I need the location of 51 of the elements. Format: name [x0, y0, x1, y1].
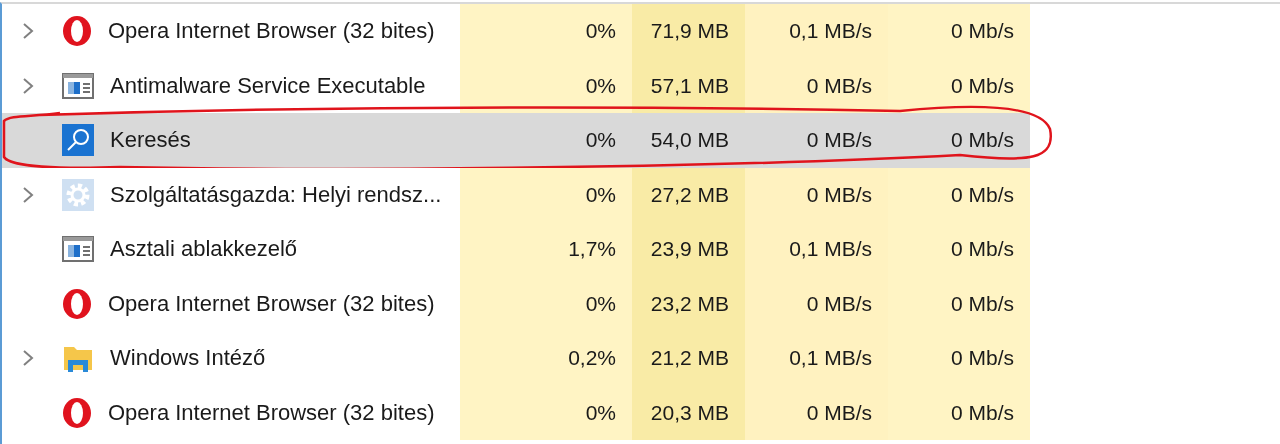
network-cell: 0 Mb/s: [888, 276, 1030, 331]
memory-cell: 54,0 MB: [632, 113, 745, 168]
opera-icon: [62, 396, 92, 429]
memory-cell: 71,9 MB: [632, 4, 745, 59]
window-icon: [62, 236, 94, 263]
cpu-cell: 0,2%: [460, 331, 632, 386]
opera-icon: [62, 15, 92, 48]
window-icon: [62, 72, 94, 99]
process-name: Asztali ablakkezelő: [110, 236, 298, 263]
process-name: Opera Internet Browser (32 bites): [108, 399, 435, 426]
network-cell: 0 Mb/s: [888, 58, 1030, 113]
disk-cell: 0 MB/s: [745, 113, 888, 168]
network-cell: 0 Mb/s: [888, 113, 1030, 168]
disk-cell: 0,1 MB/s: [745, 331, 888, 386]
cpu-cell: 0%: [460, 276, 632, 331]
network-cell: 0 Mb/s: [888, 222, 1030, 277]
process-name: Windows Intéző: [110, 345, 266, 372]
process-name: Keresés: [110, 127, 191, 154]
chevron-icon[interactable]: [22, 185, 34, 204]
cpu-cell: 1,7%: [460, 222, 632, 277]
network-cell: 0 Mb/s: [888, 4, 1030, 59]
disk-cell: 0,1 MB/s: [745, 4, 888, 59]
network-cell: 0 Mb/s: [888, 331, 1030, 386]
memory-cell: 23,2 MB: [632, 276, 745, 331]
chevron-icon[interactable]: [22, 76, 34, 95]
cpu-cell: 0%: [460, 385, 632, 440]
memory-cell: 20,3 MB: [632, 385, 745, 440]
process-name: Antimalware Service Executable: [110, 72, 426, 99]
memory-cell: 27,2 MB: [632, 167, 745, 222]
memory-cell: 57,1 MB: [632, 58, 745, 113]
process-name: Opera Internet Browser (32 bites): [108, 290, 435, 317]
chevron-icon[interactable]: [22, 22, 34, 41]
network-cell: 0 Mb/s: [888, 385, 1030, 440]
disk-cell: 0 MB/s: [745, 276, 888, 331]
opera-icon: [62, 287, 92, 320]
gear-icon: [62, 178, 94, 211]
process-name: Szolgáltatásgazda: Helyi rendsz...: [110, 181, 442, 208]
cpu-cell: 0%: [460, 113, 632, 168]
cpu-cell: 0%: [460, 4, 632, 59]
process-name: Opera Internet Browser (32 bites): [108, 18, 435, 45]
memory-cell: 21,2 MB: [632, 331, 745, 386]
memory-cell: 23,9 MB: [632, 222, 745, 277]
disk-cell: 0 MB/s: [745, 385, 888, 440]
disk-cell: 0 MB/s: [745, 58, 888, 113]
chevron-icon[interactable]: [22, 349, 34, 368]
cpu-cell: 0%: [460, 167, 632, 222]
network-cell: 0 Mb/s: [888, 167, 1030, 222]
disk-cell: 0 MB/s: [745, 167, 888, 222]
search-icon: [62, 124, 94, 157]
disk-cell: 0,1 MB/s: [745, 222, 888, 277]
process-name-cell[interactable]: Keresés: [2, 113, 460, 168]
